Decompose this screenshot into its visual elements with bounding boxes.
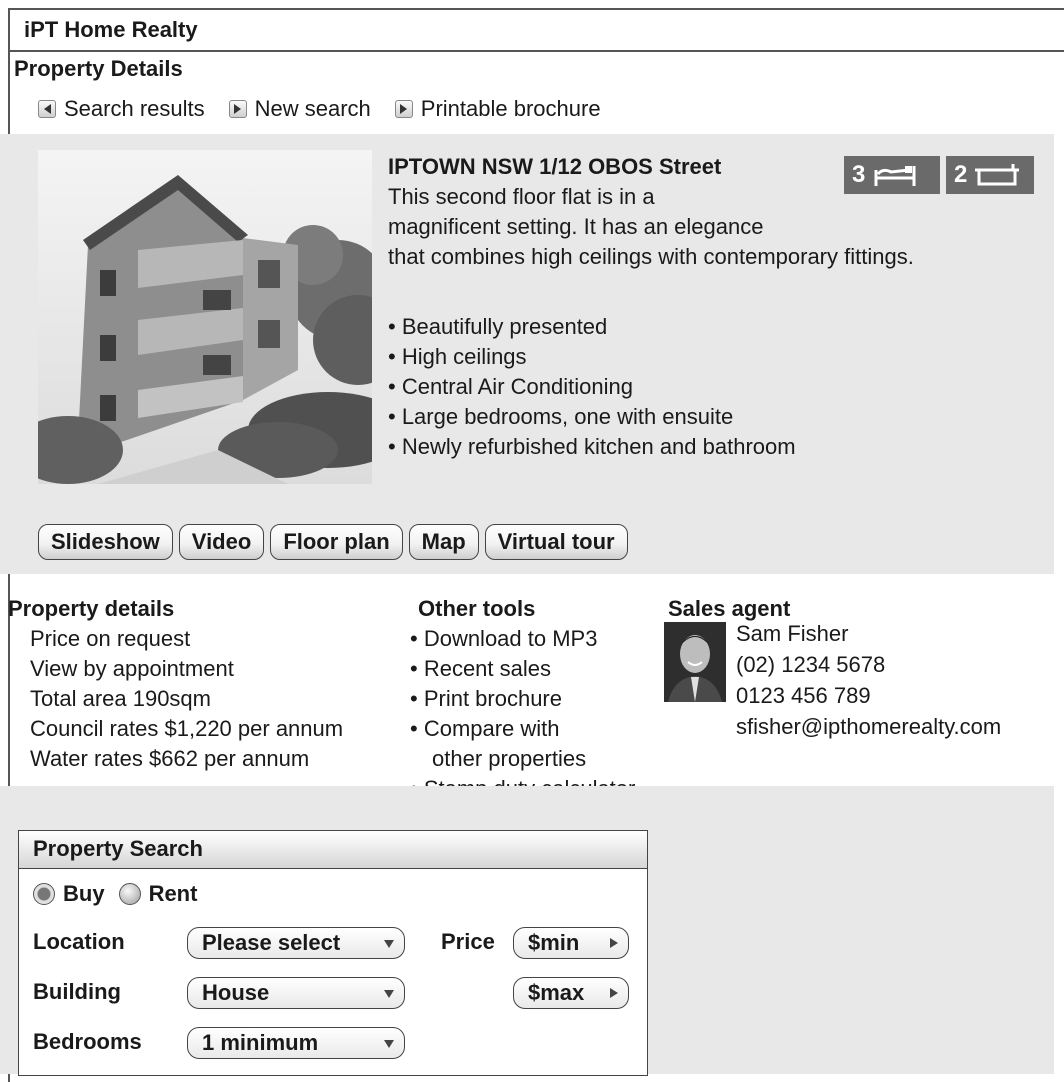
property-details-heading: Property details: [8, 596, 175, 621]
agent-contact: Sam Fisher (02) 1234 5678 0123 456 789 s…: [736, 618, 1001, 742]
description-line: This second floor flat is in a: [388, 184, 655, 209]
arrow-right-icon: [228, 100, 247, 118]
app-title: iPT Home Realty: [10, 10, 1064, 52]
detail-item: Water rates $662 per annum: [30, 746, 310, 771]
price-min-value: $min: [528, 930, 580, 955]
chevron-down-icon: [384, 940, 394, 948]
agent-avatar: [664, 622, 726, 702]
location-value: Please select: [202, 930, 341, 955]
buy-radio[interactable]: [33, 883, 55, 905]
detail-item: Total area 190sqm: [30, 686, 211, 711]
arrow-left-icon: [38, 100, 56, 118]
bathrooms-badge: 2: [946, 156, 1034, 194]
property-address: IPTOWN NSW 1/12 OBOS Street: [388, 154, 722, 179]
chevron-down-icon: [384, 990, 394, 998]
location-select[interactable]: Please select: [187, 927, 405, 959]
media-buttons: Slideshow Video Floor plan Map Virtual t…: [38, 524, 634, 560]
feature-item: • Beautifully presented: [388, 314, 608, 339]
nav-label: Search results: [64, 96, 205, 121]
tool-download-mp3[interactable]: • Download to MP3: [410, 624, 635, 654]
feature-item: • Newly refurbished kitchen and bathroom: [388, 434, 796, 459]
tool-compare[interactable]: • Compare with: [410, 714, 635, 744]
property-search-form: Property Search Buy Rent Location Please…: [18, 830, 648, 1076]
price-max-select[interactable]: $max: [513, 977, 629, 1009]
bedrooms-select[interactable]: 1 minimum: [187, 1027, 405, 1059]
chevron-down-icon: [384, 1040, 394, 1048]
nav-bar: Search results New search Printable broc…: [38, 96, 625, 122]
building-value: House: [202, 980, 270, 1005]
page-title: Property Details: [14, 56, 183, 81]
floor-plan-button[interactable]: Floor plan: [270, 524, 403, 560]
feature-item: • High ceilings: [388, 344, 527, 369]
price-max-value: $max: [528, 980, 585, 1005]
rent-radio[interactable]: [118, 883, 141, 905]
tool-print-brochure[interactable]: • Print brochure: [410, 684, 635, 714]
agent-mobile[interactable]: 0123 456 789: [736, 680, 1001, 711]
nav-label: New search: [254, 96, 371, 121]
bathtub-icon: [973, 162, 1021, 188]
chevron-right-icon: [610, 938, 618, 948]
bedrooms-label: Bedrooms: [33, 1029, 142, 1054]
agent-name: Sam Fisher: [736, 621, 849, 646]
search-results-link[interactable]: Search results: [38, 96, 205, 122]
bathrooms-count: 2: [954, 161, 968, 188]
building-select[interactable]: House: [187, 977, 405, 1009]
rent-radio-label: Rent: [148, 881, 198, 906]
buy-rent-radios: Buy Rent: [33, 881, 197, 907]
price-label: Price: [441, 929, 495, 954]
new-search-link[interactable]: New search: [228, 96, 371, 122]
nav-label: Printable brochure: [420, 96, 601, 121]
detail-item: Council rates $1,220 per annum: [30, 716, 344, 741]
virtual-tour-button[interactable]: Virtual tour: [484, 524, 628, 560]
printable-brochure-link[interactable]: Printable brochure: [394, 96, 601, 122]
chevron-right-icon: [610, 988, 618, 998]
slideshow-button[interactable]: Slideshow: [38, 524, 173, 560]
map-button[interactable]: Map: [408, 524, 479, 560]
agent-email[interactable]: sfisher@ipthomerealty.com: [736, 711, 1001, 742]
arrow-right-icon: [394, 100, 413, 118]
buy-radio-label: Buy: [63, 881, 105, 906]
feature-list: • Beautifully presented • High ceilings …: [388, 312, 796, 462]
detail-item: Price on request: [30, 626, 191, 651]
other-tools-heading: Other tools: [418, 596, 536, 621]
building-label: Building: [33, 979, 121, 1004]
tool-recent-sales[interactable]: • Recent sales: [410, 654, 635, 684]
tool-compare-continued[interactable]: other properties: [410, 744, 635, 774]
search-form-title: Property Search: [19, 831, 647, 869]
feature-item: • Central Air Conditioning: [388, 374, 633, 399]
feature-item: • Large bedrooms, one with ensuite: [388, 404, 734, 429]
location-label: Location: [33, 929, 125, 954]
video-button[interactable]: Video: [178, 524, 265, 560]
description-line: that combines high ceilings with contemp…: [388, 244, 914, 269]
other-tools-list: • Download to MP3 • Recent sales • Print…: [410, 624, 635, 804]
description-line: magnificent setting. It has an elegance: [388, 214, 764, 239]
property-photo[interactable]: [38, 150, 372, 484]
property-details-list: Price on request View by appointment Tot…: [30, 624, 343, 774]
agent-phone[interactable]: (02) 1234 5678: [736, 649, 1001, 680]
bedrooms-value: 1 minimum: [202, 1030, 319, 1055]
price-min-select[interactable]: $min: [513, 927, 629, 959]
detail-item: View by appointment: [30, 656, 234, 681]
property-description: This second floor flat is in a magnifice…: [388, 182, 914, 272]
